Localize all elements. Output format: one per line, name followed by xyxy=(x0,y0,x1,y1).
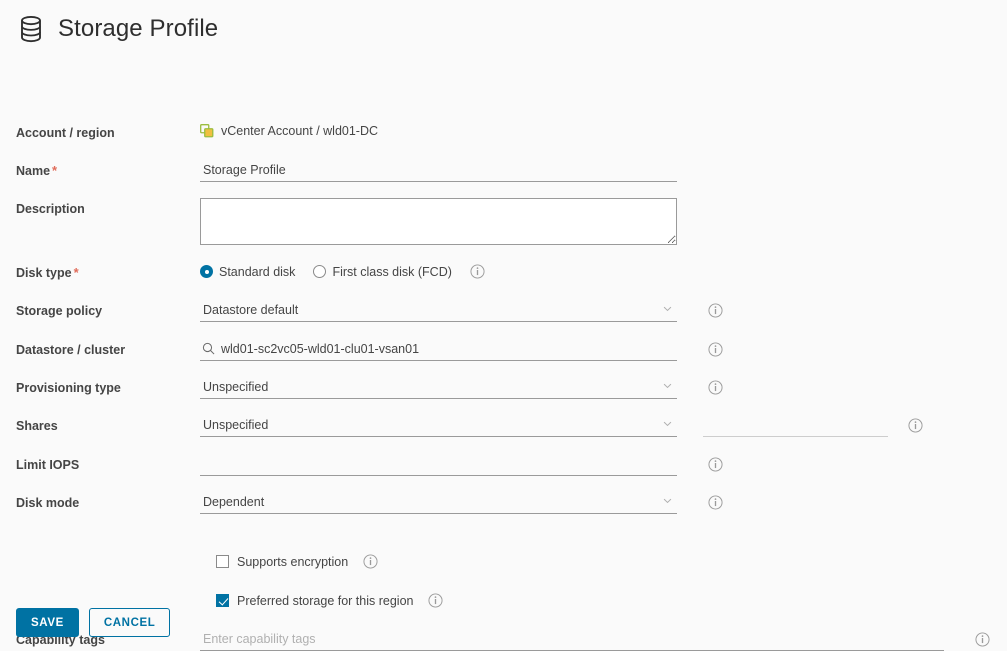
account-region-value-group: vCenter Account / wld01-DC xyxy=(200,122,1007,138)
row-provisioning-type: Provisioning type xyxy=(0,377,1007,399)
radio-standard-disk[interactable]: Standard disk xyxy=(200,265,295,279)
row-name: Name * xyxy=(0,160,1007,182)
required-asterisk-name: * xyxy=(52,163,58,178)
database-icon xyxy=(21,15,41,43)
vcenter-endpoint-icon xyxy=(200,124,214,138)
row-supports-encryption: Supports encryption xyxy=(216,554,378,569)
row-storage-policy: Storage policy xyxy=(0,300,1007,322)
radio-standard-disk-indicator[interactable] xyxy=(200,265,213,278)
name-input[interactable] xyxy=(200,160,677,182)
provisioning-type-select-wrap[interactable] xyxy=(200,377,677,399)
datastore-cluster-input[interactable] xyxy=(200,339,677,361)
label-limit-iops: Limit IOPS xyxy=(16,458,80,472)
label-datastore-cluster: Datastore / cluster xyxy=(16,343,126,357)
radio-first-class-disk-indicator[interactable] xyxy=(313,265,327,278)
capability-tags-input[interactable] xyxy=(200,629,944,651)
info-icon-capability-tags[interactable] xyxy=(975,632,990,647)
info-icon-provisioning-type[interactable] xyxy=(708,380,723,395)
storage-policy-select-wrap[interactable] xyxy=(200,300,677,322)
info-icon-disk-type[interactable] xyxy=(470,264,485,279)
shares-select[interactable] xyxy=(200,415,677,437)
disk-mode-select[interactable] xyxy=(200,492,677,514)
row-datastore-cluster: Datastore / cluster xyxy=(0,339,1007,361)
row-preferred-storage: Preferred storage for this region xyxy=(216,593,444,608)
label-provisioning-type: Provisioning type xyxy=(16,381,121,395)
row-shares: Shares xyxy=(0,415,1007,437)
info-icon-disk-mode[interactable] xyxy=(708,495,723,510)
shares-value-input[interactable] xyxy=(703,415,888,437)
row-account-region: Account / region vCenter Account / wld01… xyxy=(0,122,1007,144)
info-icon-limit-iops[interactable] xyxy=(708,457,723,472)
info-icon-datastore-cluster[interactable] xyxy=(708,342,723,357)
disk-mode-select-wrap[interactable] xyxy=(200,492,677,514)
row-disk-mode: Disk mode xyxy=(0,492,1007,514)
info-icon-shares[interactable] xyxy=(908,418,923,433)
label-shares: Shares xyxy=(16,419,58,433)
form-action-bar: SAVE CANCEL xyxy=(16,608,171,637)
limit-iops-input[interactable] xyxy=(200,454,677,476)
label-storage-policy: Storage policy xyxy=(16,304,103,318)
account-region-value: vCenter Account / wld01-DC xyxy=(221,124,379,138)
radio-first-class-disk-label: First class disk (FCD) xyxy=(332,264,452,279)
info-icon-supports-encryption[interactable] xyxy=(363,554,378,569)
info-icon-storage-policy[interactable] xyxy=(708,303,723,318)
row-description: Description xyxy=(0,198,1007,245)
label-name-text: Name xyxy=(16,164,51,178)
label-preferred-storage: Preferred storage for this region xyxy=(237,593,414,608)
disk-type-radio-group: Standard disk First class disk (FCD) xyxy=(200,262,1007,279)
cancel-button[interactable]: CANCEL xyxy=(88,608,171,637)
storage-policy-select[interactable] xyxy=(200,300,677,322)
radio-first-class-disk[interactable]: First class disk (FCD) xyxy=(313,264,452,279)
shares-select-wrap[interactable] xyxy=(200,415,677,437)
label-disk-type: Disk type * xyxy=(0,262,200,281)
description-textarea[interactable] xyxy=(200,198,677,245)
row-disk-type: Disk type * Standard disk First class dis… xyxy=(0,262,1007,284)
label-disk-type-text: Disk type xyxy=(16,266,72,280)
radio-standard-disk-label: Standard disk xyxy=(219,264,296,279)
label-disk-mode: Disk mode xyxy=(16,496,80,510)
page-header: Storage Profile xyxy=(0,0,1007,44)
label-supports-encryption: Supports encryption xyxy=(237,554,349,569)
checkbox-preferred-storage[interactable] xyxy=(216,594,229,607)
page-title: Storage Profile xyxy=(58,15,219,42)
label-account-region: Account / region xyxy=(16,126,115,140)
save-button[interactable]: SAVE xyxy=(16,608,79,637)
label-name: Name * xyxy=(0,160,200,179)
label-description: Description xyxy=(16,202,85,216)
row-limit-iops: Limit IOPS xyxy=(0,454,1007,476)
required-asterisk-disk-type: * xyxy=(73,265,79,280)
datastore-cluster-search-wrap[interactable] xyxy=(200,339,677,361)
checkbox-supports-encryption[interactable] xyxy=(216,555,229,568)
provisioning-type-select[interactable] xyxy=(200,377,677,399)
info-icon-preferred-storage[interactable] xyxy=(428,593,444,608)
